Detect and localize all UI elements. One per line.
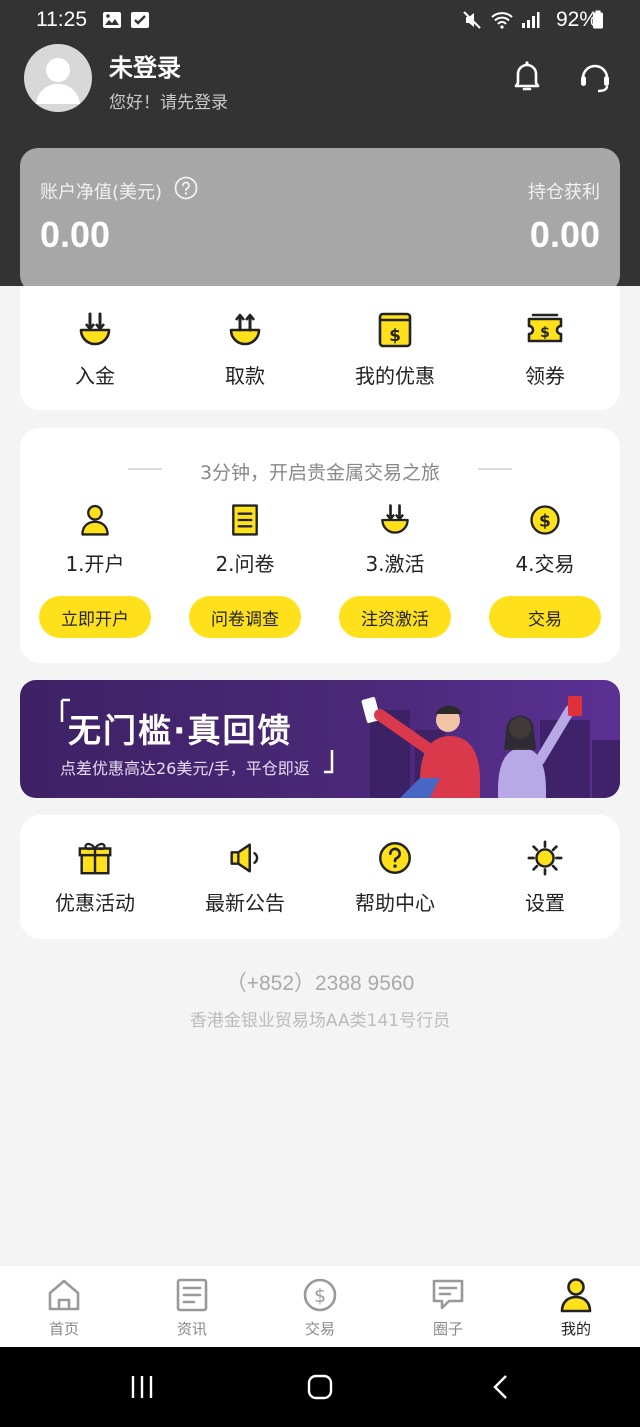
deposit-label: 入金 <box>75 364 115 388</box>
claim-coupons-label: 领券 <box>525 364 565 388</box>
battery-icon <box>593 10 603 29</box>
coupon-icon: $ <box>378 312 412 348</box>
step-open-account: 1.开户 <box>20 502 170 577</box>
step-trade: $ 4.交易 <box>470 502 620 577</box>
user-icon <box>81 504 109 536</box>
announcements-button[interactable]: 最新公告 <box>170 839 320 916</box>
my-coupons-label: 我的优惠 <box>355 364 435 388</box>
avatar-placeholder-icon <box>36 58 80 104</box>
svg-text:$: $ <box>540 325 550 341</box>
document-icon <box>232 504 258 536</box>
headset-icon[interactable] <box>577 58 613 94</box>
settings-button[interactable]: 设置 <box>470 839 620 916</box>
step-activate: 3.激活 <box>320 502 470 577</box>
account-journey-card: 3分钟，开启贵金属交易之旅 1.开户 2.问卷 3.激活 $ 4.交易 立即开户… <box>20 428 620 663</box>
profit-value: 0.00 <box>529 214 600 255</box>
withdraw-icon <box>229 313 261 346</box>
step-open-account-label: 1.开户 <box>65 552 125 576</box>
gift-icon <box>78 842 112 875</box>
promotions-label: 优惠活动 <box>55 891 135 915</box>
help-center-button[interactable]: 帮助中心 <box>320 839 470 916</box>
status-bar: 11:25 92% <box>0 0 640 40</box>
help-icon <box>379 842 411 874</box>
bottom-tab-bar: 首页 资讯 $ 交易 圈子 我的 <box>0 1265 640 1347</box>
tab-trade-label: 交易 <box>304 1320 335 1338</box>
svg-text:$: $ <box>314 1285 326 1307</box>
help-circle-icon[interactable] <box>174 176 198 200</box>
system-nav-bar <box>0 1347 640 1427</box>
tab-trade[interactable]: $ 交易 <box>256 1266 384 1347</box>
tab-mine-label: 我的 <box>560 1320 591 1338</box>
mute-icon <box>463 11 481 29</box>
avatar[interactable] <box>24 44 92 112</box>
svg-text:$: $ <box>539 511 551 531</box>
help-center-label: 帮助中心 <box>355 891 435 915</box>
dollar-icon: $ <box>303 1278 337 1312</box>
step-questionnaire-label: 2.问卷 <box>215 552 275 576</box>
open-account-button[interactable]: 立即开户 <box>39 596 151 638</box>
chat-icon <box>432 1279 464 1310</box>
megaphone-icon <box>230 843 259 873</box>
deposit-button[interactable]: 入金 <box>20 310 170 389</box>
settings-icon <box>527 840 563 876</box>
withdraw-button[interactable]: 取款 <box>170 310 320 389</box>
promo-banner[interactable]: 无门槛·真回馈 点差优惠高达26美元/手，平仓即返 <box>20 680 620 798</box>
journey-title: 3分钟，开启贵金属交易之旅 <box>199 462 441 484</box>
dollar-icon: $ <box>530 505 560 535</box>
settings-label: 设置 <box>525 891 565 915</box>
recent-apps-icon[interactable] <box>128 1373 156 1401</box>
promotions-button[interactable]: 优惠活动 <box>20 839 170 916</box>
status-time: 11:25 <box>36 8 87 31</box>
deposit-icon <box>381 504 409 534</box>
net-value-label: 账户净值(美元) <box>40 182 163 203</box>
back-icon[interactable] <box>488 1373 516 1401</box>
quick-actions-card: 入金 取款 $ 我的优惠 $ 领券 <box>20 286 620 410</box>
wifi-icon <box>491 12 513 29</box>
login-prompt[interactable]: 您好！请先登录 <box>109 88 228 113</box>
check-icon <box>131 12 149 28</box>
net-value: 0.00 <box>40 214 111 255</box>
license-text: 香港金银业贸易场AA类141号行员 <box>189 1011 451 1031</box>
tab-home[interactable]: 首页 <box>0 1266 128 1347</box>
banner-title: 无门槛·真回馈 <box>68 711 293 750</box>
questionnaire-button[interactable]: 问卷调查 <box>189 596 301 638</box>
account-summary-card: 账户净值(美元) 0.00 持仓获利 0.00 <box>20 148 620 293</box>
deposit-icon <box>79 312 111 346</box>
step-trade-label: 4.交易 <box>515 552 575 576</box>
activate-funding-button[interactable]: 注资激活 <box>339 596 451 638</box>
my-coupons-button[interactable]: $ 我的优惠 <box>320 310 470 389</box>
step-questionnaire: 2.问卷 <box>170 502 320 577</box>
user-icon <box>560 1278 592 1313</box>
ticket-icon: $ <box>527 313 563 343</box>
news-icon <box>176 1278 208 1312</box>
trade-button[interactable]: 交易 <box>489 596 601 638</box>
step-activate-label: 3.激活 <box>365 552 425 576</box>
announcements-label: 最新公告 <box>205 891 285 915</box>
tab-news-label: 资讯 <box>176 1320 207 1338</box>
divider-right <box>478 468 512 470</box>
tab-news[interactable]: 资讯 <box>128 1266 256 1347</box>
tab-community-label: 圈子 <box>432 1320 463 1338</box>
claim-coupons-button[interactable]: $ 领券 <box>470 310 620 389</box>
gallery-icon <box>103 12 121 28</box>
home-nav-icon[interactable] <box>306 1373 334 1401</box>
bell-icon[interactable] <box>509 58 545 94</box>
svg-text:$: $ <box>389 326 401 346</box>
tab-mine[interactable]: 我的 <box>512 1266 640 1347</box>
signal-icon <box>522 12 540 28</box>
banner-subtitle: 点差优惠高达26美元/手，平仓即返 <box>60 759 310 778</box>
services-card: 优惠活动 最新公告 帮助中心 设置 <box>20 815 620 939</box>
home-icon <box>48 1279 80 1311</box>
contact-phone[interactable]: （+852）2388 9560 <box>0 967 640 997</box>
profit-label: 持仓获利 <box>528 182 600 203</box>
withdraw-label: 取款 <box>225 364 265 388</box>
user-name[interactable]: 未登录 <box>109 48 181 83</box>
tab-home-label: 首页 <box>48 1320 79 1338</box>
tab-community[interactable]: 圈子 <box>384 1266 512 1347</box>
